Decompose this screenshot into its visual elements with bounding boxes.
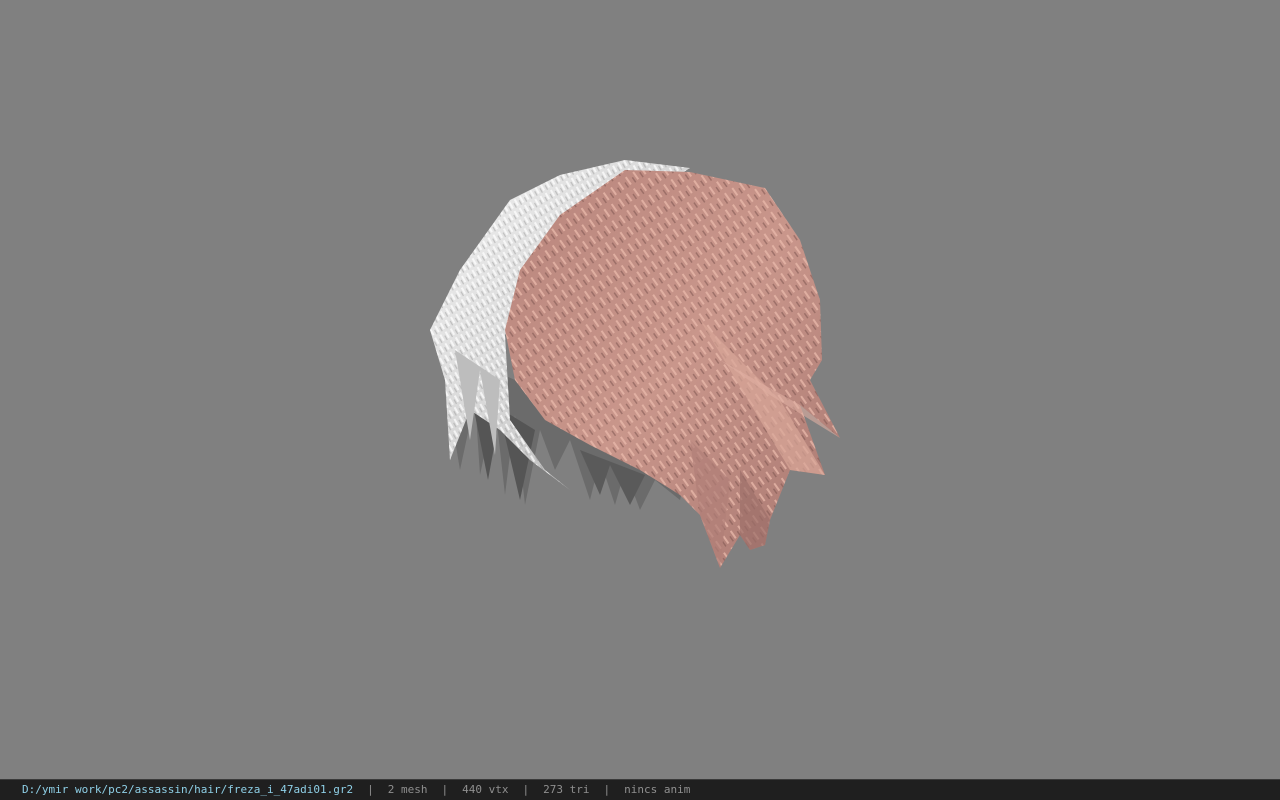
hair-model-render[interactable]: [0, 0, 1280, 779]
status-bar: D:/ymir work/pc2/assassin/hair/freza_i_4…: [0, 779, 1280, 800]
3d-viewport[interactable]: [0, 0, 1280, 779]
separator: |: [367, 783, 374, 796]
mesh-count-label: 2 mesh: [387, 783, 428, 796]
separator: |: [603, 783, 611, 796]
separator: |: [522, 783, 530, 796]
anim-status-label: nincs anim: [624, 783, 691, 796]
triangle-count-label: 273 tri: [543, 783, 590, 796]
vertex-count-label: 440 vtx: [462, 783, 509, 796]
front-hair-layer: [505, 170, 840, 568]
file-path-label: D:/ymir work/pc2/assassin/hair/freza_i_4…: [22, 783, 354, 796]
separator: |: [441, 783, 449, 796]
